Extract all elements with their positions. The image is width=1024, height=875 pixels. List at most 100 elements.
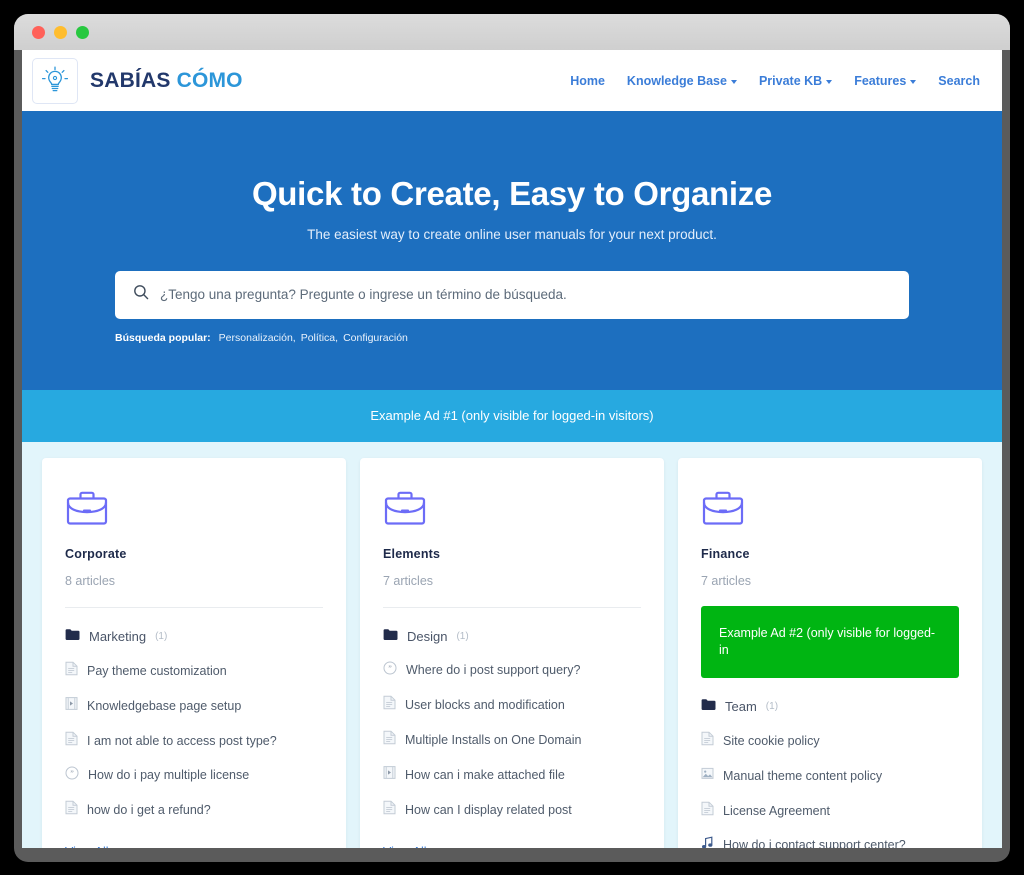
nav-label: Private KB [758,73,823,88]
article-item[interactable]: User blocks and modification [383,695,641,715]
article-label: I am not able to access post type? [87,733,277,748]
article-item[interactable]: Site cookie policy [701,731,959,751]
article-item[interactable]: How do i contact support center? [701,836,959,848]
close-window-button[interactable] [32,25,45,39]
category-card-corporate[interactable]: Corporate 8 articles Marketing (1) Pay t… [42,457,346,848]
view-all-link[interactable]: View All → [65,845,323,848]
article-label: Multiple Installs on One Domain [405,732,582,747]
category-card-finance[interactable]: Finance 7 articles Example Ad #2 (only v… [678,457,982,848]
ad-banner-1[interactable]: Example Ad #1 (only visible for logged-i… [22,389,1002,442]
page-title: Quick to Create, Easy to Organize [251,175,773,212]
card-title: Elements [383,546,441,561]
popular-term-politica[interactable]: Política, [301,332,338,344]
view-all-label: View All [65,845,109,848]
svg-text:”: ” [388,664,392,673]
site-logo[interactable]: SABÍAS CÓMO [32,57,243,104]
article-label: License Agreement [723,803,831,818]
arrow-right-icon: → [116,845,129,848]
video-icon [383,765,396,785]
article-item[interactable]: how do i get a refund? [65,800,323,820]
maximize-window-button[interactable] [76,25,89,39]
article-item[interactable]: Manual theme content policy [701,766,959,786]
nav-item-search[interactable]: Search [938,74,980,88]
card-folder-team[interactable]: Team (1) [701,698,959,716]
folder-label: Marketing [89,629,147,645]
view-all-link[interactable]: View All → [383,845,641,848]
article-item[interactable]: ” How do i pay multiple license [65,766,323,785]
briefcase-icon [383,488,641,533]
document-icon [701,731,714,751]
document-icon [701,801,714,821]
folder-icon [65,628,80,646]
card-article-count: 8 articles [65,573,116,588]
article-item[interactable]: How can I display related post [383,800,641,820]
search-placeholder: ¿Tengo una pregunta? Pregunte o ingrese … [160,287,567,303]
category-cards: Corporate 8 articles Marketing (1) Pay t… [22,442,1002,848]
popular-term-personalizacion[interactable]: Personalización, [219,332,296,344]
chevron-down-icon [826,79,833,84]
quote-icon: ” [65,766,79,785]
document-icon [383,800,396,820]
nav-item-home[interactable]: Home [570,74,605,88]
article-label: How can i make attached file [405,767,565,782]
article-label: How do i contact support center? [723,838,906,848]
article-label: Site cookie policy [723,733,820,748]
article-label: Knowledgebase page setup [87,698,242,713]
card-folder-marketing[interactable]: Marketing (1) [65,628,323,646]
nav-item-private-kb[interactable]: Private KB [758,73,833,88]
lightbulb-icon [32,57,78,104]
nav-item-features[interactable]: Features [854,73,917,88]
page-viewport: SABÍAS CÓMO Home Knowledge Base Private … [22,50,1002,848]
document-icon [383,730,396,750]
browser-window: SABÍAS CÓMO Home Knowledge Base Private … [14,14,1010,862]
document-icon [65,731,78,751]
card-divider [65,606,323,608]
popular-term-configuracion[interactable]: Configuración [343,332,408,344]
brand-name-secondary: CÓMO [176,68,243,92]
ad-banner-1-text: Example Ad #1 (only visible for logged-i… [370,408,654,424]
card-divider [383,606,641,608]
document-icon [383,695,396,715]
folder-icon [383,628,398,646]
article-item[interactable]: ” Where do i post support query? [383,661,641,680]
folder-count: (1) [155,631,168,643]
briefcase-icon [701,488,959,533]
article-item[interactable]: License Agreement [701,801,959,821]
card-title: Finance [701,546,750,561]
card-title: Corporate [65,546,127,561]
card-folder-design[interactable]: Design (1) [383,628,641,646]
nav-item-knowledge-base[interactable]: Knowledge Base [627,74,737,88]
article-item[interactable]: How can i make attached file [383,765,641,785]
search-icon [133,284,149,305]
chevron-down-icon [730,79,737,84]
nav-label: Home [570,73,605,88]
chevron-down-icon [910,79,917,84]
article-label: How do i pay multiple license [88,768,250,783]
nav-label: Features [854,73,907,88]
article-item[interactable]: I am not able to access post type? [65,731,323,751]
category-card-elements[interactable]: Elements 7 articles Design (1) ” Where d… [360,457,664,848]
search-input[interactable]: ¿Tengo una pregunta? Pregunte o ingrese … [115,270,909,319]
document-icon [65,800,78,820]
article-label: Pay theme customization [87,663,227,678]
article-item[interactable]: Knowledgebase page setup [65,696,323,716]
folder-icon [701,698,716,716]
article-label: Manual theme content policy [723,768,883,783]
svg-text:”: ” [70,769,74,778]
brand-name: SABÍAS CÓMO [90,69,243,93]
folder-count: (1) [456,631,469,643]
card-article-count: 7 articles [701,573,752,588]
article-item[interactable]: Multiple Installs on One Domain [383,730,641,750]
minimize-window-button[interactable] [54,25,67,39]
article-item[interactable]: Pay theme customization [65,661,323,681]
arrow-right-icon: → [434,845,447,848]
folder-count: (1) [765,701,779,713]
site-header: SABÍAS CÓMO Home Knowledge Base Private … [22,50,1002,111]
briefcase-icon [65,488,323,533]
ad-banner-2[interactable]: Example Ad #2 (only visible for logged-i… [701,605,959,678]
card-article-count: 7 articles [383,573,434,588]
brand-name-primary: SABÍAS [90,68,171,92]
window-titlebar [14,14,1010,50]
nav-label: Search [938,73,980,88]
hero-search-wrapper: ¿Tengo una pregunta? Pregunte o ingrese … [115,270,909,344]
